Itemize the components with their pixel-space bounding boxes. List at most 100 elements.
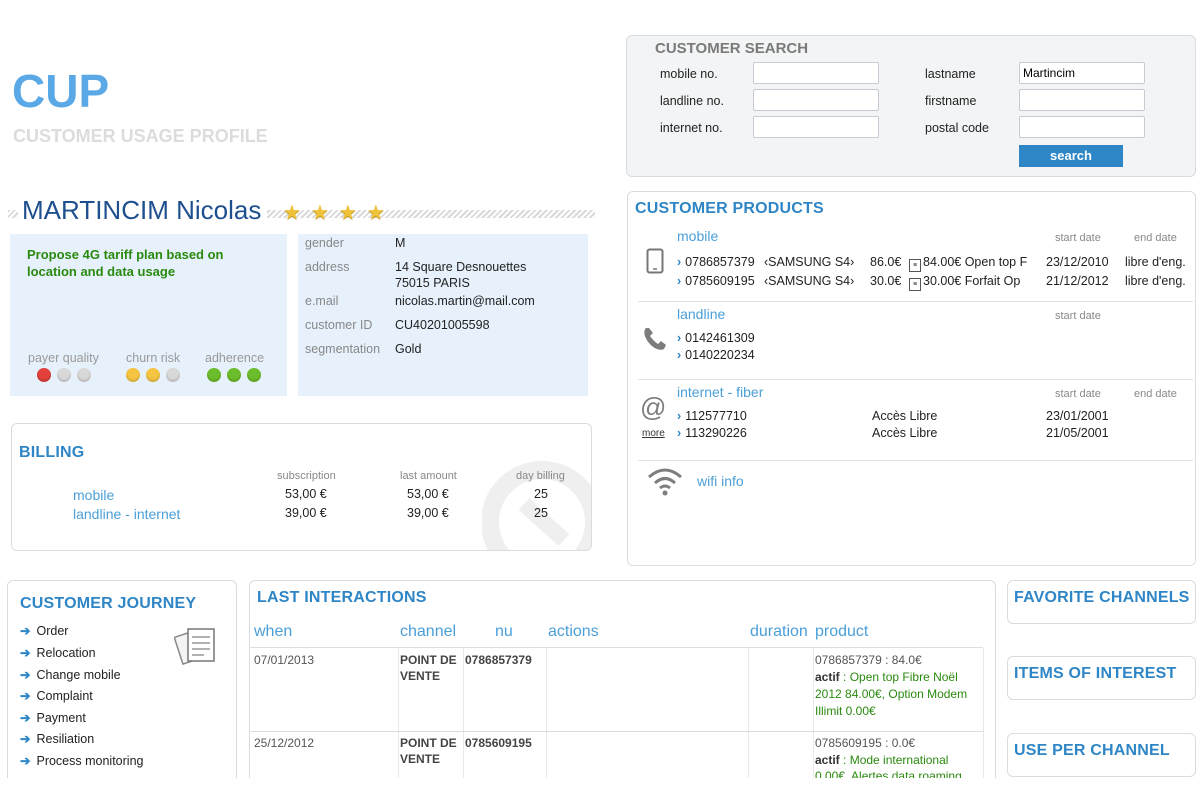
journey-item-label: Relocation xyxy=(36,646,96,660)
landline-row[interactable]: › 0142461309 xyxy=(677,331,755,345)
interaction-channel-1: POINT DE xyxy=(400,736,457,750)
divider xyxy=(638,301,1193,302)
customer-id-label: customer ID xyxy=(305,318,373,332)
billing-panel: BILLING subscription last amount day bil… xyxy=(11,423,592,551)
journey-item[interactable]: ➔ Payment xyxy=(20,710,86,725)
chevron-right-icon: › xyxy=(677,426,682,440)
customer-journey-title: CUSTOMER JOURNEY xyxy=(20,595,197,612)
chevron-right-icon: › xyxy=(677,409,682,423)
star-icon: ★ xyxy=(310,202,339,224)
gender-value: M xyxy=(395,236,406,250)
search-button-label: search xyxy=(1050,148,1092,163)
journey-item[interactable]: ➔ Change mobile xyxy=(20,667,121,682)
col-actions: actions xyxy=(548,623,599,640)
segmentation-value: Gold xyxy=(395,342,422,356)
firstname-label: firstname xyxy=(925,94,977,108)
customer-journey-panel: CUSTOMER JOURNEY ➔ Order ➔ Relocation ➔ Cha… xyxy=(7,580,237,780)
documents-icon xyxy=(174,628,215,665)
journey-item[interactable]: ➔ Process monitoring xyxy=(20,753,143,768)
search-button[interactable]: search xyxy=(1019,145,1123,167)
payer-quality-label: payer quality xyxy=(28,351,99,365)
interaction-nu: 0785609195 xyxy=(465,736,532,750)
recommendation-text: Propose 4G tariff plan based on location… xyxy=(27,247,224,279)
interaction-channel-2: VENTE xyxy=(400,669,441,683)
lastname-input[interactable] xyxy=(1019,62,1145,84)
indicator-dot xyxy=(146,367,160,382)
mobile-end: libre d'eng. xyxy=(1125,274,1186,288)
internet-offer: Accès Libre xyxy=(872,409,938,423)
chevron-right-icon: › xyxy=(677,255,682,269)
bottom-fade xyxy=(0,778,1203,803)
internet-line-row[interactable]: › 113290226 Accès Libre 21/05/2001 xyxy=(677,426,1192,442)
mobile-end: libre d'eng. xyxy=(1125,255,1186,269)
billing-row-landline-internet[interactable]: landline - internet xyxy=(73,506,180,522)
indicator-dot xyxy=(57,367,71,382)
billing-cell: 53,00 € xyxy=(407,487,449,501)
interaction-actif: actif xyxy=(815,753,840,767)
internet-start: 21/05/2001 xyxy=(1046,426,1109,440)
journey-item-label: Payment xyxy=(36,711,86,725)
internet-input[interactable] xyxy=(753,116,879,138)
journey-item[interactable]: ➔ Resiliation xyxy=(20,731,94,746)
mobile-input[interactable] xyxy=(753,62,879,84)
email-label: e.mail xyxy=(305,294,339,308)
arrow-right-icon: ➔ xyxy=(20,668,31,682)
star-icon: ★ xyxy=(366,202,395,224)
landline-row[interactable]: › 0140220234 xyxy=(677,348,755,362)
mobile-offer: 30.00€ Forfait Op xyxy=(923,274,1021,288)
arrow-right-icon: ➔ xyxy=(20,646,31,660)
mobile-line-row[interactable]: › 0785609195 ‹SAMSUNG S4› 30.0€ ≡ 30.00€ F… xyxy=(677,274,1192,291)
last-amount-header: last amount xyxy=(400,470,457,482)
email-value: nicolas.martin@mail.com xyxy=(395,294,535,308)
mobile-number: 0785609195 xyxy=(685,274,755,288)
col-product: product xyxy=(815,623,869,640)
landline-input[interactable] xyxy=(753,89,879,111)
mobile-start: 23/12/2010 xyxy=(1046,255,1109,269)
internet-start: 23/01/2001 xyxy=(1046,409,1109,423)
customer-products-title: CUSTOMER PRODUCTS xyxy=(635,200,824,217)
app-subtitle: CUSTOMER USAGE PROFILE xyxy=(13,126,268,146)
postal-label: postal code xyxy=(925,121,989,135)
table-row[interactable]: 07/01/2013 POINT DE VENTE 0786857379 078… xyxy=(250,648,983,731)
mobile-line-row[interactable]: › 0786857379 ‹SAMSUNG S4› 86.0€ ≡ 84.00€ O… xyxy=(677,255,1192,272)
payer-quality-dots xyxy=(37,367,97,382)
items-of-interest-panel[interactable]: ITEMS OF INTEREST xyxy=(1007,656,1196,700)
use-per-channel-panel[interactable]: USE PER CHANNEL xyxy=(1007,733,1196,777)
firstname-input[interactable] xyxy=(1019,89,1145,111)
chevron-right-icon: › xyxy=(677,348,682,362)
journey-item-label: Order xyxy=(36,624,69,638)
chevron-right-icon: › xyxy=(677,274,682,288)
billing-cell: 39,00 € xyxy=(407,506,449,520)
at-sign-icon: @ xyxy=(640,392,667,422)
internet-number: 112577710 xyxy=(685,409,747,423)
document-icon: ≡ xyxy=(909,259,921,272)
indicator-dot xyxy=(247,367,261,382)
rating-stars: ★★★★ xyxy=(283,200,395,225)
journey-item[interactable]: ➔ Complaint xyxy=(20,688,93,703)
journey-item[interactable]: ➔ Order xyxy=(20,623,68,638)
journey-item-label: Change mobile xyxy=(36,668,121,682)
last-interactions-title: LAST INTERACTIONS xyxy=(257,589,427,606)
favorite-channels-title: FAVORITE CHANNELS xyxy=(1014,589,1190,606)
interaction-product-line: Illimit 0.00€ xyxy=(815,704,876,718)
internet-more-link[interactable]: more xyxy=(642,428,665,439)
mobile-start: 21/12/2012 xyxy=(1046,274,1109,288)
favorite-channels-panel[interactable]: FAVORITE CHANNELS xyxy=(1007,580,1196,624)
mobile-device: ‹SAMSUNG S4› xyxy=(764,255,855,269)
wifi-info-link[interactable]: wifi info xyxy=(697,473,744,489)
journey-item[interactable]: ➔ Relocation xyxy=(20,645,96,660)
journey-item-label: Resiliation xyxy=(36,732,95,746)
postal-input[interactable] xyxy=(1019,116,1145,138)
billing-row-mobile[interactable]: mobile xyxy=(73,487,114,503)
interaction-product-line: : Open top Fibre Noël xyxy=(843,670,958,684)
billing-cell: 39,00 € xyxy=(285,506,327,520)
mobile-label: mobile no. xyxy=(660,67,718,81)
internet-line-row[interactable]: › 112577710 Accès Libre 23/01/2001 xyxy=(677,409,1192,425)
items-of-interest-title: ITEMS OF INTEREST xyxy=(1014,665,1177,682)
adherence-label: adherence xyxy=(205,351,265,365)
app-logo: CUP xyxy=(12,65,110,117)
journey-item-label: Complaint xyxy=(36,689,93,703)
internet-number: 113290226 xyxy=(685,426,747,440)
recommendation-panel: Propose 4G tariff plan based on location… xyxy=(10,234,287,396)
table-row[interactable]: 25/12/2012 POINT DE VENTE 0785609195 078… xyxy=(250,731,983,780)
